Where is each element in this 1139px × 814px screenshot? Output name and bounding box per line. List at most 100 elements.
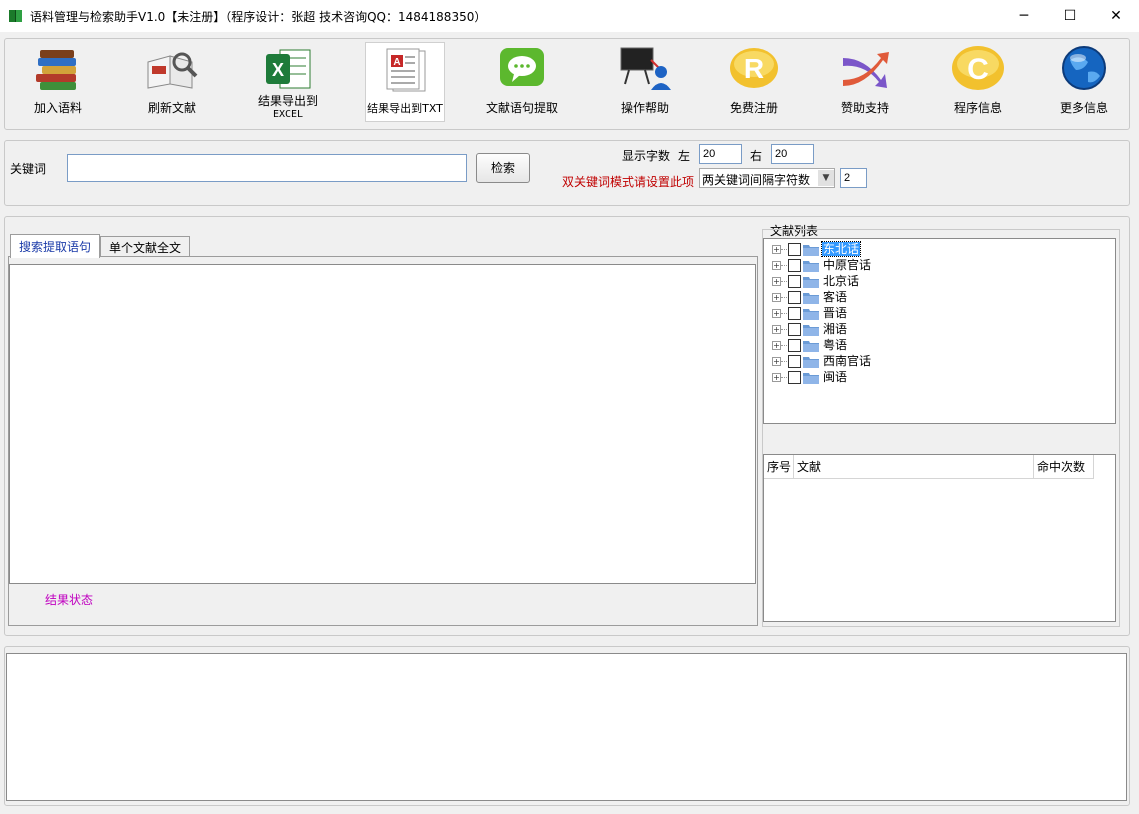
- expand-icon[interactable]: +: [772, 292, 781, 302]
- text-document-icon: A: [386, 48, 426, 92]
- svg-text:C: C: [967, 53, 989, 86]
- program-info-label: 程序信息: [953, 101, 1002, 115]
- tab-search-sentences[interactable]: 搜索提取语句: [10, 234, 101, 258]
- doc-tree[interactable]: + 东北话 + 中原官话 + 北京话 + 客语 + 晋语 + 湘语 + 粤语 +…: [763, 238, 1116, 424]
- tree-item[interactable]: + 北京话: [764, 273, 860, 289]
- folder-icon: [803, 340, 819, 352]
- tree-item-label: 中原官话: [823, 258, 872, 272]
- tree-item[interactable]: + 中原官话: [764, 257, 872, 273]
- tree-item-label: 晋语: [823, 306, 848, 320]
- expand-icon[interactable]: +: [772, 308, 781, 318]
- search-button[interactable]: 检索: [476, 153, 530, 183]
- results-textarea[interactable]: [9, 264, 756, 584]
- tree-checkbox[interactable]: [788, 242, 801, 256]
- keyword-input[interactable]: [67, 154, 467, 182]
- tree-checkbox[interactable]: [788, 338, 801, 352]
- refresh-docs-label: 刷新文献: [147, 101, 196, 115]
- gap-chars-input[interactable]: [840, 168, 867, 188]
- expand-icon[interactable]: +: [772, 356, 781, 366]
- tree-item[interactable]: + 客语: [764, 289, 848, 305]
- window-title: 语料管理与检索助手V1.0【未注册】（程序设计：张超 技术咨询QQ：148418…: [30, 10, 487, 24]
- expand-icon[interactable]: +: [772, 260, 781, 270]
- output-textarea[interactable]: [6, 653, 1127, 801]
- tree-item[interactable]: + 湘语: [764, 321, 848, 337]
- column-header-index[interactable]: 序号: [764, 455, 794, 479]
- registered-icon: R: [730, 48, 778, 88]
- tree-checkbox[interactable]: [788, 370, 801, 384]
- tree-item[interactable]: + 晋语: [764, 305, 848, 321]
- expand-icon[interactable]: +: [772, 372, 781, 382]
- folder-icon: [803, 308, 819, 320]
- expand-icon[interactable]: +: [772, 324, 781, 334]
- right-chars-input[interactable]: [771, 144, 814, 164]
- keyword-label: 关键词: [10, 162, 47, 176]
- tree-checkbox[interactable]: [788, 354, 801, 368]
- tab-single-doc[interactable]: 单个文献全文: [100, 236, 191, 256]
- chevron-down-icon[interactable]: ▼: [818, 170, 834, 186]
- tree-item-label: 湘语: [823, 322, 848, 336]
- tree-checkbox[interactable]: [788, 322, 801, 336]
- close-button[interactable]: ✕: [1093, 0, 1139, 32]
- maximize-button[interactable]: ☐: [1047, 0, 1093, 32]
- tree-checkbox[interactable]: [788, 290, 801, 304]
- extract-sentences-label: 文献语句提取: [485, 101, 558, 115]
- export-excel-label-line2: EXCEL: [272, 109, 304, 120]
- presenter-board-icon: [620, 47, 671, 90]
- tree-item-label: 客语: [823, 290, 848, 304]
- add-corpus-button[interactable]: 加入语料: [10, 42, 106, 122]
- program-info-button[interactable]: C 程序信息: [930, 42, 1026, 122]
- tree-item[interactable]: + 西南官话: [764, 353, 872, 369]
- export-excel-button[interactable]: X 结果导出到 EXCEL: [240, 42, 336, 122]
- folder-icon: [803, 292, 819, 304]
- tree-item-label: 闽语: [823, 370, 848, 384]
- book-magnifier-icon: [147, 52, 198, 89]
- books-icon: [36, 50, 76, 90]
- expand-icon[interactable]: +: [772, 244, 781, 254]
- app-book-icon: [9, 10, 22, 22]
- tree-item-label: 粤语: [823, 338, 848, 352]
- svg-text:X: X: [272, 60, 284, 80]
- arrows-cross-icon: [843, 52, 889, 88]
- tree-checkbox[interactable]: [788, 258, 801, 272]
- globe-icon: [1062, 46, 1106, 90]
- refresh-docs-button[interactable]: 刷新文献: [124, 42, 220, 122]
- register-button[interactable]: R 免费注册: [706, 42, 802, 122]
- sponsor-label: 赞助支持: [840, 101, 889, 115]
- folder-icon: [803, 276, 819, 288]
- doc-hits-table[interactable]: 序号 文献 命中次数: [763, 454, 1116, 622]
- svg-text:R: R: [744, 53, 764, 84]
- add-corpus-label: 加入语料: [33, 101, 82, 115]
- chat-bubble-icon: [500, 48, 544, 86]
- gap-select-value: 两关键词间隔字符数: [702, 173, 811, 187]
- export-txt-button[interactable]: A 结果导出到TXT: [365, 42, 445, 122]
- tree-item[interactable]: + 闽语: [764, 369, 848, 385]
- tree-item-label: 西南官话: [823, 354, 872, 368]
- expand-icon[interactable]: +: [772, 276, 781, 286]
- expand-icon[interactable]: +: [772, 340, 781, 350]
- gap-select[interactable]: 两关键词间隔字符数 ▼: [699, 168, 835, 188]
- export-excel-label: 结果导出到 EXCEL: [240, 95, 336, 121]
- copyright-icon: C: [952, 46, 1004, 90]
- left-chars-input[interactable]: [699, 144, 742, 164]
- minimize-button[interactable]: ─: [1001, 0, 1047, 32]
- sponsor-button[interactable]: 赞助支持: [817, 42, 913, 122]
- more-info-button[interactable]: 更多信息: [1036, 42, 1132, 122]
- help-label: 操作帮助: [620, 101, 669, 115]
- excel-icon: X: [266, 49, 311, 89]
- left-chars-label: 左: [678, 149, 691, 163]
- column-header-hits[interactable]: 命中次数: [1034, 455, 1094, 479]
- folder-icon: [803, 260, 819, 272]
- tree-item[interactable]: + 东北话: [764, 241, 862, 257]
- help-button[interactable]: 操作帮助: [597, 42, 693, 122]
- folder-icon: [803, 356, 819, 368]
- right-chars-label: 右: [750, 149, 763, 163]
- column-header-document[interactable]: 文献: [794, 455, 1034, 479]
- tree-checkbox[interactable]: [788, 306, 801, 320]
- folder-icon: [803, 244, 819, 256]
- extract-sentences-button[interactable]: 文献语句提取: [474, 42, 570, 122]
- display-chars-label: 显示字数: [622, 149, 671, 163]
- tree-checkbox[interactable]: [788, 274, 801, 288]
- tree-item[interactable]: + 粤语: [764, 337, 848, 353]
- tree-item-label: 北京话: [823, 274, 860, 288]
- results-status: 结果状态: [45, 593, 94, 607]
